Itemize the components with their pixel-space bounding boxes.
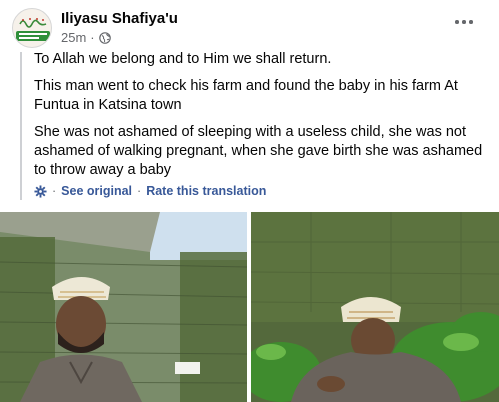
post-text: To Allah we belong and to Him we shall r… (34, 50, 484, 188)
translation-quote-bar (20, 52, 22, 200)
rate-translation-link[interactable]: Rate this translation (146, 184, 266, 198)
translation-bar: · See original · Rate this translation (34, 184, 266, 198)
more-options-icon[interactable] (454, 14, 474, 30)
post-paragraph: She was not ashamed of sleeping with a u… (34, 124, 483, 178)
avatar-banner (16, 31, 50, 41)
photo-grid (0, 212, 499, 402)
avatar[interactable] (12, 8, 52, 48)
post-body: To Allah we belong and to Him we shall r… (20, 50, 490, 200)
translation-separator: · (137, 184, 142, 198)
post-header: Iliyasu Shafiya'u 25m · (12, 8, 492, 48)
post-timestamp[interactable]: 25m (61, 30, 86, 45)
translation-separator: · (52, 184, 57, 198)
post-photo-2[interactable] (251, 212, 499, 402)
author-name[interactable]: Iliyasu Shafiya'u (61, 10, 178, 27)
see-original-link[interactable]: See original (61, 184, 132, 198)
post-photo-1[interactable] (0, 212, 247, 402)
gear-icon (34, 184, 47, 198)
post-meta: 25m · (61, 30, 111, 45)
meta-separator: · (90, 30, 95, 45)
post-paragraph: To Allah we belong and to Him we shall r… (34, 51, 332, 67)
globe-icon[interactable] (98, 31, 111, 44)
post-paragraph: This man went to check his farm and foun… (34, 78, 458, 113)
